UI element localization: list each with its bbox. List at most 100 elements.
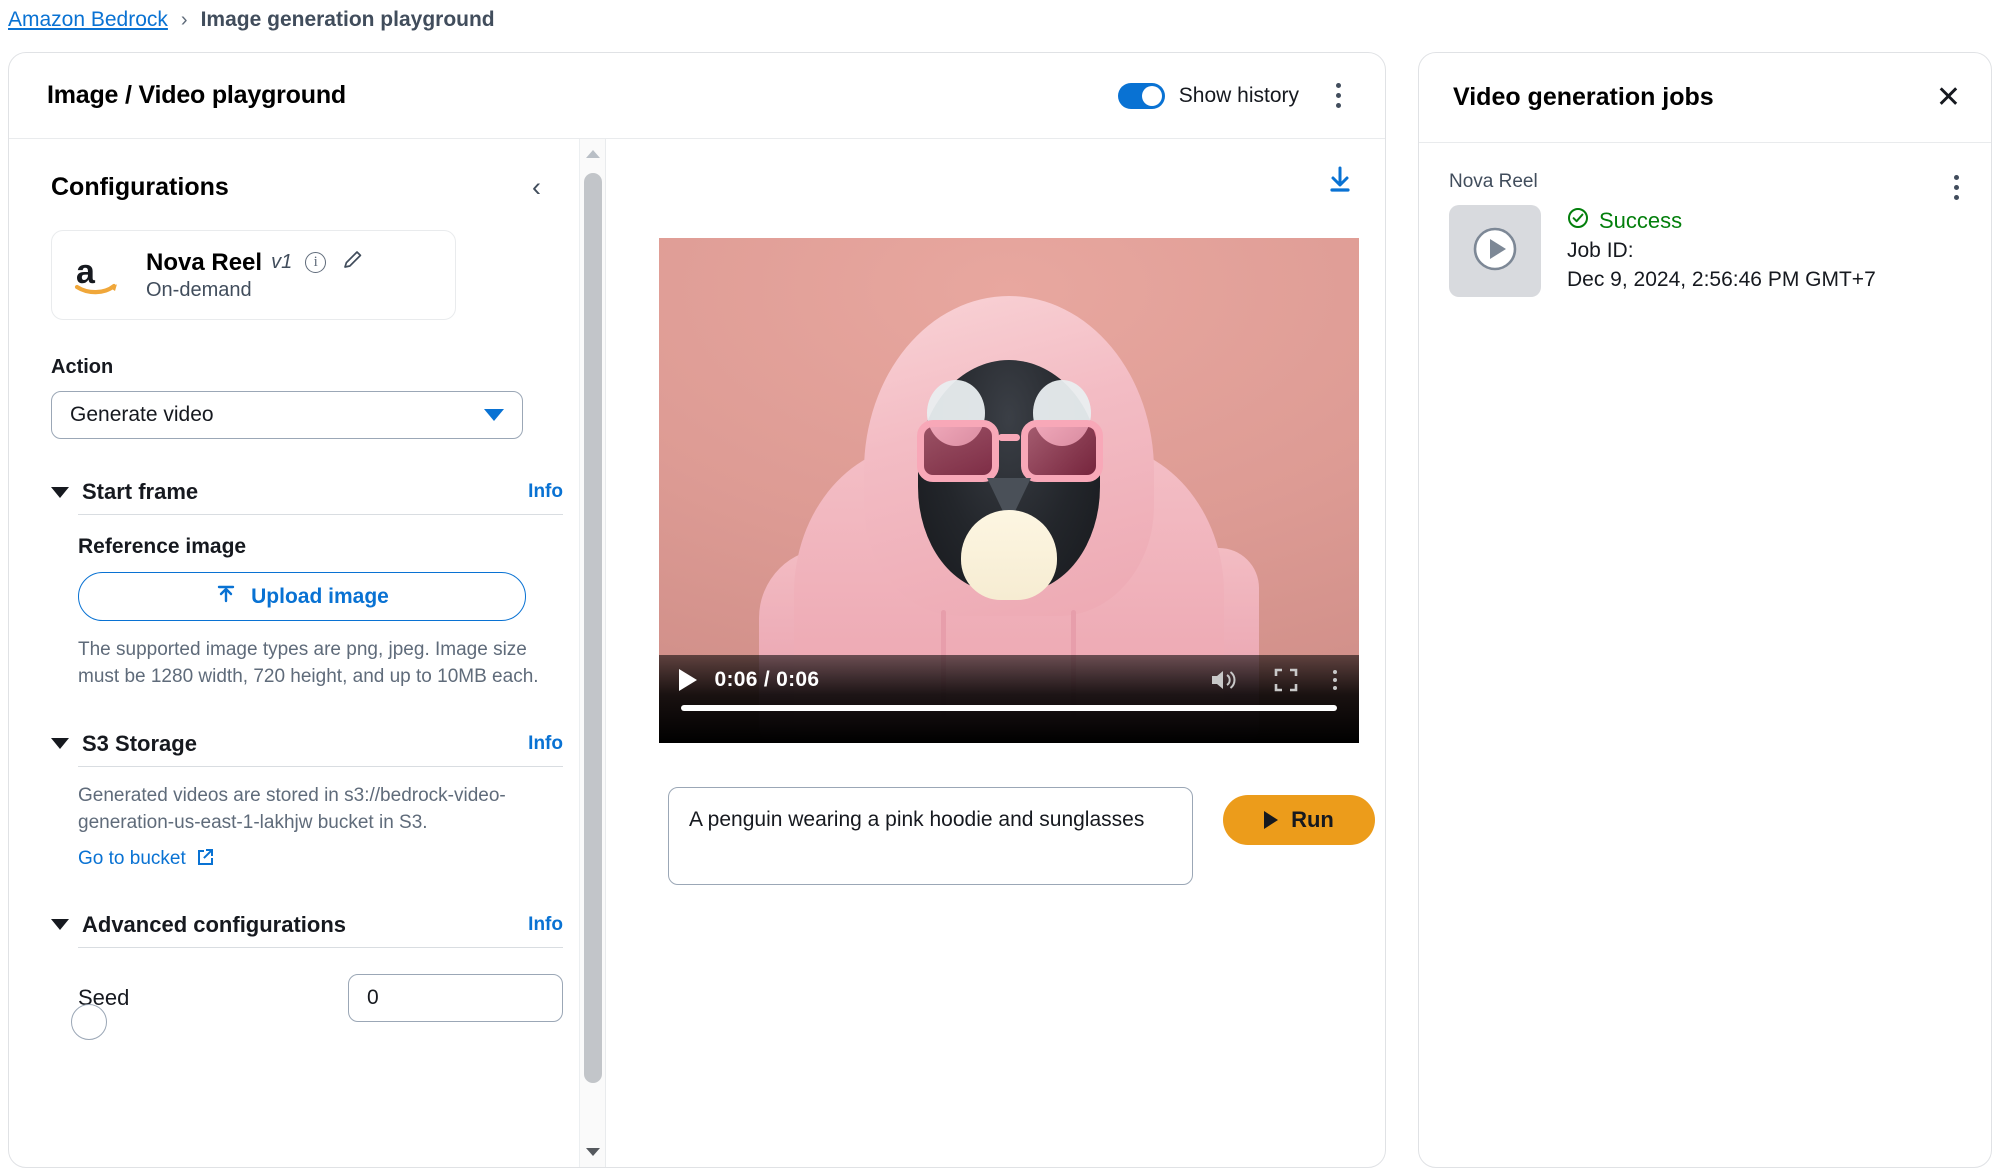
reference-image-label: Reference image	[78, 535, 247, 558]
model-name-row: Nova Reel v1 i	[146, 248, 365, 277]
header-actions: Show history	[1117, 81, 1351, 111]
start-frame-divider	[78, 514, 563, 515]
upload-arrow-icon	[215, 583, 237, 611]
prompt-row: A penguin wearing a pink hoodie and sung…	[642, 787, 1375, 885]
advanced-configurations-section-header: Advanced configurations Info	[51, 912, 563, 938]
breadcrumb-separator-icon: ›	[180, 8, 188, 31]
model-details: Nova Reel v1 i On-demand	[146, 248, 365, 302]
job-id-label: Job ID:	[1567, 239, 1634, 262]
advanced-configurations-title: Advanced configurations	[82, 911, 347, 937]
upload-image-button[interactable]: Upload image	[78, 572, 526, 621]
scroll-up-arrow-icon[interactable]	[580, 141, 605, 167]
caret-down-icon[interactable]	[51, 738, 69, 750]
amazon-logo-icon: a	[74, 253, 126, 297]
s3-storage-divider	[78, 765, 563, 767]
job-list-item: Nova Reel Success Job ID: Dec 9, 2024, 2…	[1449, 171, 1961, 297]
prompt-input[interactable]: A penguin wearing a pink hoodie and sung…	[668, 787, 1193, 885]
scrollbar-thumb[interactable]	[584, 173, 602, 1083]
start-frame-title: Start frame	[82, 479, 199, 504]
job-thumbnail[interactable]	[1449, 205, 1541, 297]
kebab-menu-icon[interactable]	[1954, 175, 1959, 200]
action-label: Action	[51, 356, 114, 378]
playground-card: Image / Video playground Show history Co…	[8, 52, 1386, 1168]
job-details: Success Job ID: Dec 9, 2024, 2:56:46 PM …	[1567, 205, 1876, 297]
go-to-bucket-label: Go to bucket	[78, 848, 186, 870]
video-player[interactable]: 0:06 / 0:06	[658, 238, 1359, 743]
action-select[interactable]: Generate video	[51, 391, 523, 439]
play-circle-icon	[1467, 221, 1523, 282]
playground-header: Image / Video playground Show history	[9, 53, 1385, 139]
volume-icon[interactable]	[1209, 667, 1239, 693]
jobs-panel-title: Video generation jobs	[1453, 83, 1714, 111]
pencil-icon[interactable]	[341, 248, 365, 277]
caret-down-icon[interactable]	[51, 486, 69, 498]
close-x-icon[interactable]: ✕	[1936, 82, 1961, 113]
configurations-header: Configurations ‹	[51, 173, 563, 202]
page-title: Image / Video playground	[47, 81, 346, 109]
start-frame-info-link[interactable]: Info	[528, 481, 563, 503]
configurations-scrollbar[interactable]	[579, 139, 605, 1167]
s3-storage-title: S3 Storage	[82, 730, 197, 756]
video-progress-bar[interactable]	[680, 705, 1337, 711]
slider-handle[interactable]	[71, 1003, 107, 1040]
video-time-display: 0:06 / 0:06	[714, 668, 820, 691]
toggle-switch-icon[interactable]	[1117, 82, 1165, 109]
kebab-menu-icon[interactable]	[1325, 81, 1351, 111]
scroll-down-arrow-icon[interactable]	[580, 1139, 605, 1165]
s3-storage-info-link[interactable]: Info	[528, 733, 563, 755]
svg-text:a: a	[76, 253, 96, 291]
configurations-panel: Configurations ‹ a Nova Reel v1 i On-dem…	[9, 139, 606, 1167]
video-controls: 0:06 / 0:06	[658, 655, 1359, 743]
s3-storage-section-header: S3 Storage Info	[51, 731, 563, 757]
run-button-label: Run	[1291, 807, 1334, 832]
advanced-configurations-divider	[78, 946, 563, 948]
preview-panel: 0:06 / 0:06 A penguin wearing a pink hoo…	[606, 139, 1385, 1167]
status-badge: Success	[1567, 207, 1876, 234]
upload-image-label: Upload image	[251, 584, 389, 608]
action-selected-value: Generate video	[70, 403, 214, 426]
breadcrumb-current-page: Image generation playground	[200, 8, 495, 31]
show-history-label: Show history	[1178, 83, 1299, 107]
job-row: Success Job ID: Dec 9, 2024, 2:56:46 PM …	[1449, 175, 1961, 297]
model-version: v1	[271, 251, 293, 273]
status-label: Success	[1599, 207, 1683, 233]
go-to-bucket-link[interactable]: Go to bucket	[78, 847, 214, 872]
play-icon[interactable]	[678, 669, 697, 691]
play-triangle-icon	[1264, 811, 1279, 829]
s3-storage-description: Generated videos are stored in s3://bedr…	[78, 784, 506, 833]
penguin-sunglass-left	[916, 420, 999, 482]
video-controls-right	[1209, 667, 1337, 693]
configurations-content: Configurations ‹ a Nova Reel v1 i On-dem…	[9, 139, 605, 1040]
caret-down-icon	[484, 409, 504, 421]
success-check-icon	[1567, 207, 1589, 234]
seed-field: Seed 0	[78, 973, 563, 1022]
run-button[interactable]: Run	[1223, 795, 1375, 845]
model-name: Nova Reel	[146, 248, 263, 276]
jobs-panel-header: Video generation jobs ✕	[1419, 53, 1991, 143]
preview-toolbar	[642, 163, 1375, 202]
info-circle-icon[interactable]: i	[305, 252, 327, 273]
penguin-chest	[960, 510, 1057, 600]
model-access-mode: On-demand	[146, 279, 252, 301]
caret-down-icon[interactable]	[51, 919, 69, 931]
jobs-list: Nova Reel Success Job ID: Dec 9, 2024, 2…	[1419, 143, 1991, 297]
advanced-configurations-info-link[interactable]: Info	[528, 914, 563, 936]
show-history-toggle[interactable]: Show history	[1117, 82, 1299, 109]
video-generation-jobs-panel: Video generation jobs ✕ Nova Reel Succes…	[1418, 52, 1992, 1168]
seed-input[interactable]: 0	[348, 973, 563, 1022]
playground-body: Configurations ‹ a Nova Reel v1 i On-dem…	[9, 139, 1385, 1167]
model-selector-card[interactable]: a Nova Reel v1 i On-demand	[51, 230, 456, 320]
chevron-left-icon[interactable]: ‹	[532, 174, 541, 201]
start-frame-section-header: Start frame Info	[51, 479, 563, 505]
penguin-sunglass-bridge	[997, 434, 1020, 441]
video-controls-row: 0:06 / 0:06	[659, 655, 1359, 705]
action-field: Action Generate video	[51, 356, 563, 439]
download-icon[interactable]	[1323, 163, 1357, 202]
upload-helper-text: The supported image types are png, jpeg.…	[78, 639, 539, 687]
configurations-title: Configurations	[51, 173, 229, 201]
fullscreen-icon[interactable]	[1273, 667, 1299, 693]
breadcrumb: Amazon Bedrock › Image generation playgr…	[8, 8, 495, 32]
kebab-menu-icon[interactable]	[1332, 670, 1337, 690]
job-timestamp: Dec 9, 2024, 2:56:46 PM GMT+7	[1567, 268, 1876, 291]
breadcrumb-link-amazon-bedrock[interactable]: Amazon Bedrock	[8, 8, 168, 32]
